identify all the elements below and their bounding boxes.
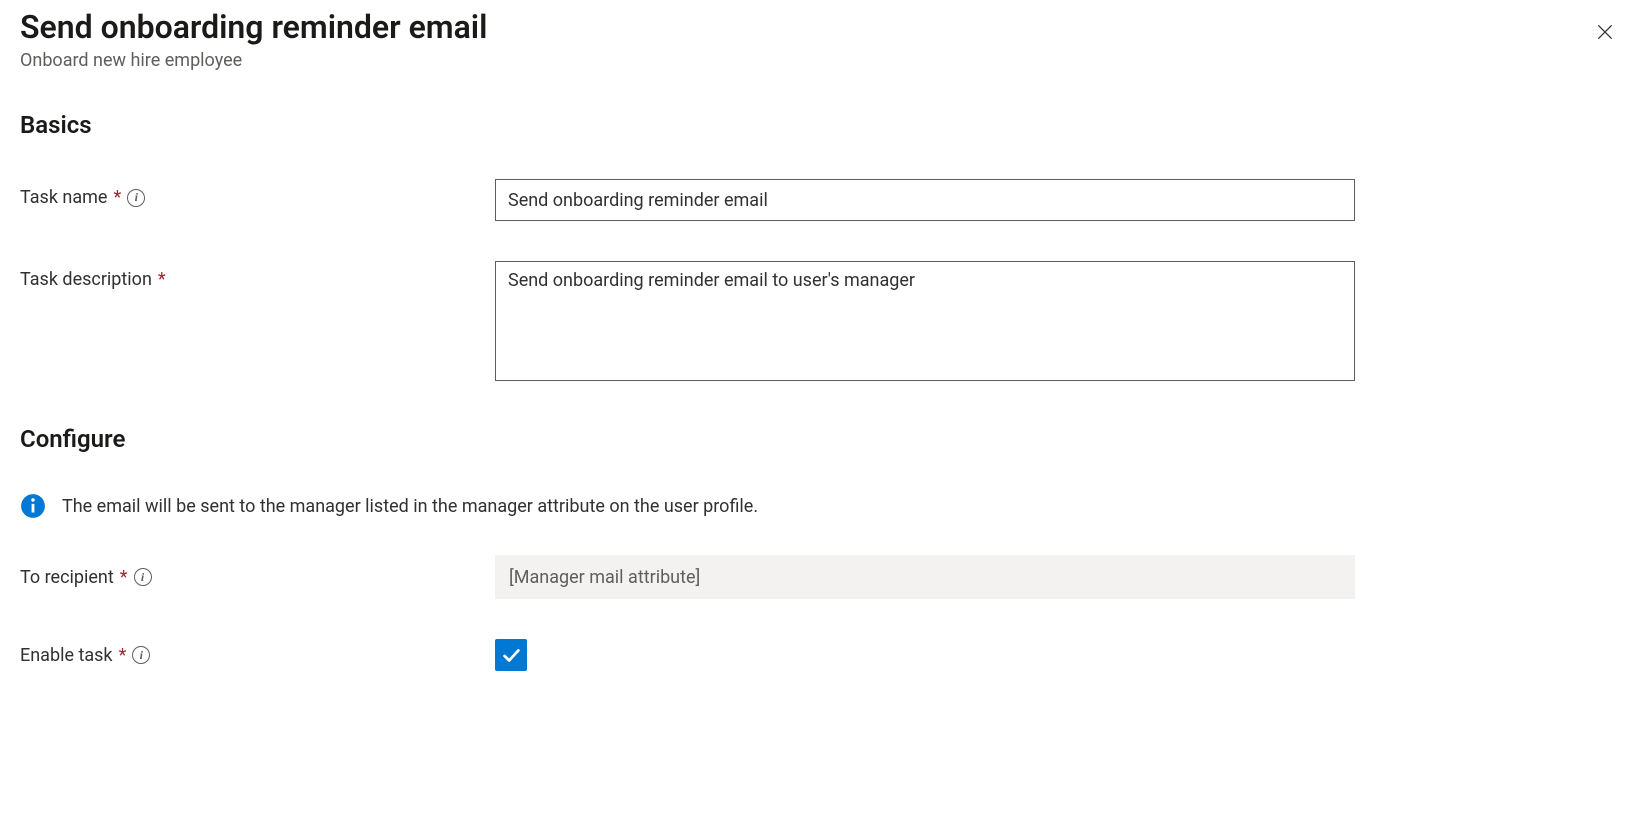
enable-task-row: Enable task * i bbox=[20, 639, 1625, 671]
enable-task-label-col: Enable task * i bbox=[20, 645, 495, 666]
task-description-row: Task description * bbox=[20, 261, 1625, 385]
close-button[interactable] bbox=[1589, 16, 1621, 48]
info-icon[interactable]: i bbox=[127, 189, 145, 207]
to-recipient-input bbox=[495, 555, 1355, 599]
to-recipient-label-col: To recipient * i bbox=[20, 567, 495, 588]
required-marker: * bbox=[158, 269, 166, 290]
info-icon[interactable]: i bbox=[132, 646, 150, 664]
task-description-label-col: Task description * bbox=[20, 261, 495, 290]
to-recipient-label: To recipient bbox=[20, 567, 114, 588]
task-description-label: Task description bbox=[20, 269, 152, 290]
enable-task-control bbox=[495, 639, 527, 671]
enable-task-checkbox[interactable] bbox=[495, 639, 527, 671]
close-icon bbox=[1595, 22, 1615, 42]
task-name-label: Task name bbox=[20, 187, 107, 208]
info-filled-icon bbox=[20, 493, 46, 519]
task-panel: Send onboarding reminder email Onboard n… bbox=[0, 0, 1645, 731]
required-marker: * bbox=[120, 567, 128, 588]
enable-task-label: Enable task bbox=[20, 645, 113, 666]
task-name-row: Task name * i bbox=[20, 179, 1625, 221]
panel-subtitle: Onboard new hire employee bbox=[20, 50, 1625, 71]
info-icon[interactable]: i bbox=[134, 568, 152, 586]
to-recipient-input-col bbox=[495, 555, 1355, 599]
task-name-input-col bbox=[495, 179, 1355, 221]
check-icon bbox=[500, 644, 522, 666]
task-description-input[interactable] bbox=[495, 261, 1355, 381]
required-marker: * bbox=[113, 187, 121, 208]
task-name-input[interactable] bbox=[495, 179, 1355, 221]
info-message: The email will be sent to the manager li… bbox=[20, 493, 1625, 519]
task-name-label-col: Task name * i bbox=[20, 179, 495, 208]
panel-title: Send onboarding reminder email bbox=[20, 8, 1625, 46]
task-description-input-col bbox=[495, 261, 1355, 385]
to-recipient-row: To recipient * i bbox=[20, 555, 1625, 599]
basics-heading: Basics bbox=[20, 111, 1625, 139]
info-message-text: The email will be sent to the manager li… bbox=[62, 496, 758, 517]
required-marker: * bbox=[119, 645, 127, 666]
configure-heading: Configure bbox=[20, 425, 1625, 453]
